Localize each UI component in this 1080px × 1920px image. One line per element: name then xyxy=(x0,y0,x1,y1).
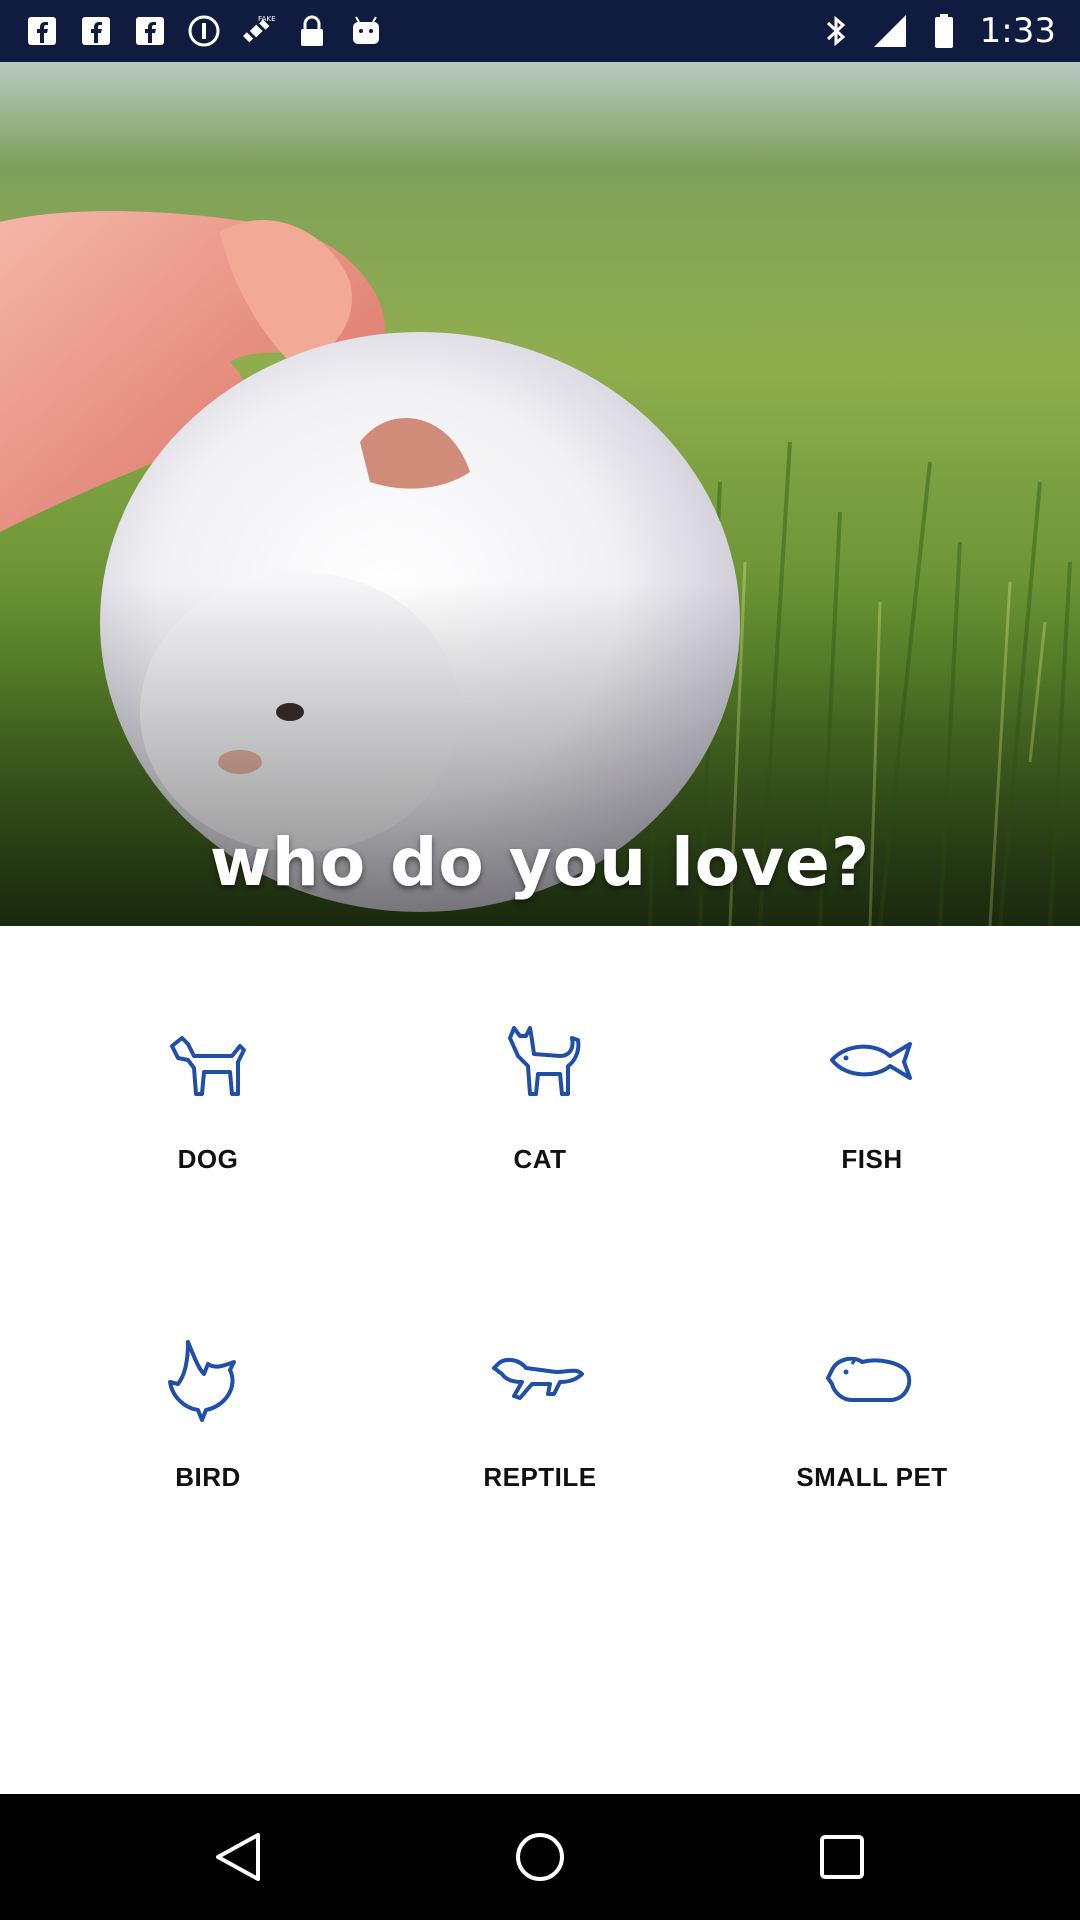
pet-option-dog[interactable]: DOG xyxy=(78,1016,338,1206)
hero-title: who do you love? xyxy=(209,824,871,901)
cat-icon xyxy=(508,1026,581,1096)
fish-icon xyxy=(830,1042,912,1080)
pet-option-bird[interactable]: BIRD xyxy=(78,1334,338,1524)
pet-label-bird: BIRD xyxy=(175,1462,241,1492)
status-time: 1:33 xyxy=(979,11,1056,51)
home-icon[interactable] xyxy=(510,1827,570,1887)
pet-label-reptile: REPTILE xyxy=(483,1462,597,1492)
svg-text:FAKE: FAKE xyxy=(258,14,276,23)
recents-icon[interactable] xyxy=(812,1827,872,1887)
pet-label-small-pet: SMALL PET xyxy=(796,1462,948,1492)
small-pet-icon xyxy=(826,1356,912,1402)
battery-icon xyxy=(926,13,962,49)
pet-grid: DOG CAT FISH BIRD REPTILE SMALL PET xyxy=(0,926,1080,1794)
back-icon[interactable] xyxy=(208,1827,268,1887)
pet-label-cat: CAT xyxy=(513,1144,567,1174)
pet-label-dog: DOG xyxy=(177,1144,239,1174)
bluetooth-icon xyxy=(818,13,854,49)
facebook-icon xyxy=(78,13,114,49)
pet-option-reptile[interactable]: REPTILE xyxy=(410,1334,670,1524)
pet-option-cat[interactable]: CAT xyxy=(410,1016,670,1206)
info-circle-icon xyxy=(186,13,222,49)
bird-icon xyxy=(168,1340,236,1422)
signal-icon xyxy=(872,13,908,49)
facebook-icon xyxy=(132,13,168,49)
reptile-icon xyxy=(492,1357,584,1400)
facebook-icon xyxy=(24,13,60,49)
pet-option-small-pet[interactable]: SMALL PET xyxy=(742,1334,1002,1524)
pet-label-fish: FISH xyxy=(841,1144,903,1174)
dog-icon xyxy=(170,1036,246,1096)
status-bar: FAKE 1:33 xyxy=(0,0,1080,62)
lock-icon xyxy=(294,13,330,49)
fake-gps-satellite-icon: FAKE xyxy=(240,13,276,49)
android-icon xyxy=(348,13,384,49)
pet-option-fish[interactable]: FISH xyxy=(742,1016,1002,1206)
navigation-bar xyxy=(0,1794,1080,1920)
hero-image: who do you love? xyxy=(0,62,1080,926)
